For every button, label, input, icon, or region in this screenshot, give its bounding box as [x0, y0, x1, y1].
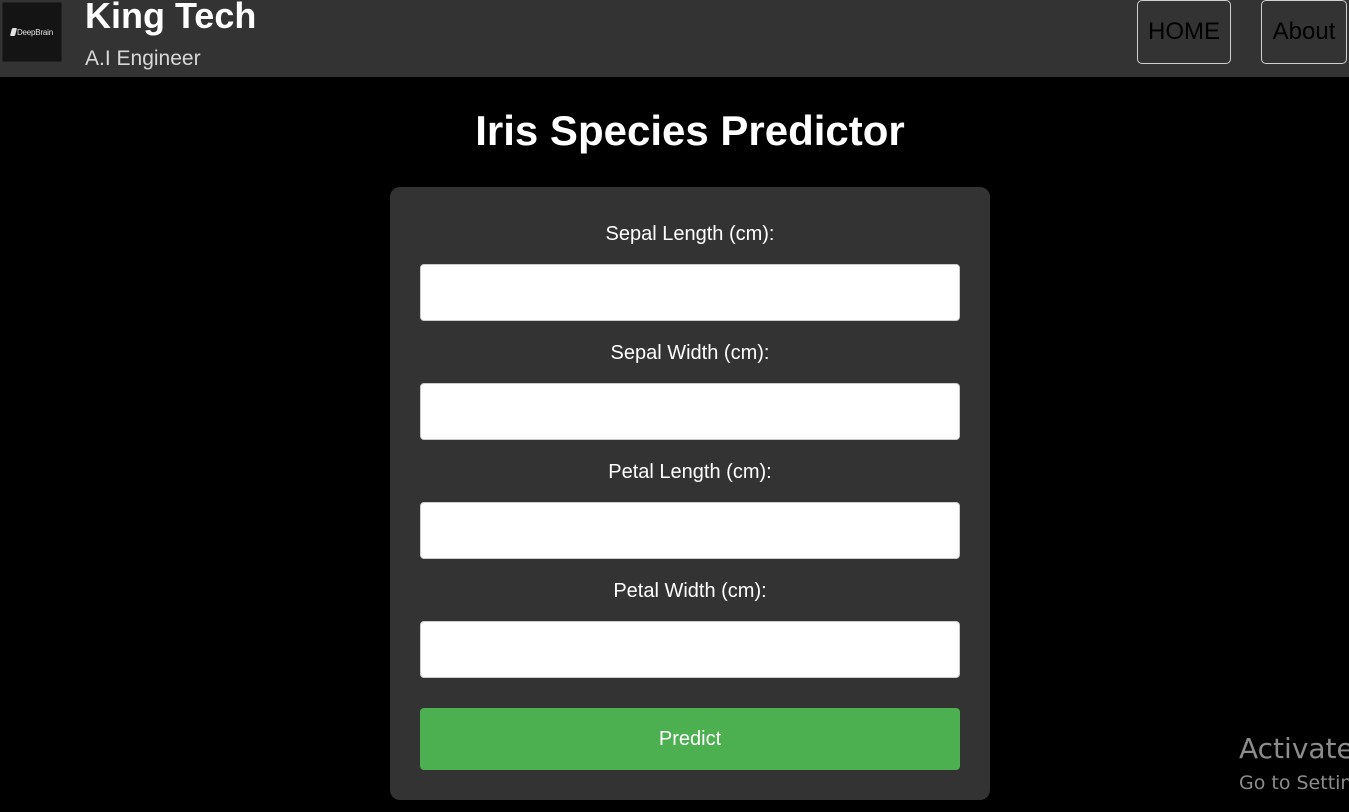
sepal-length-input[interactable] — [420, 264, 960, 321]
nav-home-button[interactable]: HOME — [1137, 0, 1231, 64]
brand-title: King Tech — [85, 0, 257, 36]
sepal-length-label: Sepal Length (cm): — [605, 223, 775, 245]
predict-button[interactable]: Predict — [420, 708, 960, 770]
logo-label: DeepBrain — [9, 27, 53, 37]
top-navbar: DeepBrain King Tech A.I Engineer HOME Ab… — [0, 0, 1349, 77]
sepal-width-input[interactable] — [420, 383, 960, 440]
logo-text: DeepBrain — [16, 27, 53, 37]
watermark-title: Activate — [1239, 732, 1349, 765]
petal-width-label: Petal Width (cm): — [613, 580, 767, 602]
brand-subtitle: A.I Engineer — [85, 47, 201, 70]
page-title: Iris Species Predictor — [475, 107, 905, 154]
logo[interactable]: DeepBrain — [2, 2, 62, 62]
brain-icon — [9, 28, 18, 36]
watermark-subtitle: Go to Settin — [1239, 772, 1349, 794]
predictor-form: Sepal Length (cm): Sepal Width (cm): Pet… — [390, 187, 990, 800]
sepal-width-label: Sepal Width (cm): — [610, 342, 770, 364]
petal-width-input[interactable] — [420, 621, 960, 678]
petal-length-input[interactable] — [420, 502, 960, 559]
nav-about-button[interactable]: About — [1261, 0, 1347, 64]
activate-windows-watermark: Activate Go to Settin — [1239, 730, 1349, 798]
petal-length-label: Petal Length (cm): — [608, 461, 772, 483]
